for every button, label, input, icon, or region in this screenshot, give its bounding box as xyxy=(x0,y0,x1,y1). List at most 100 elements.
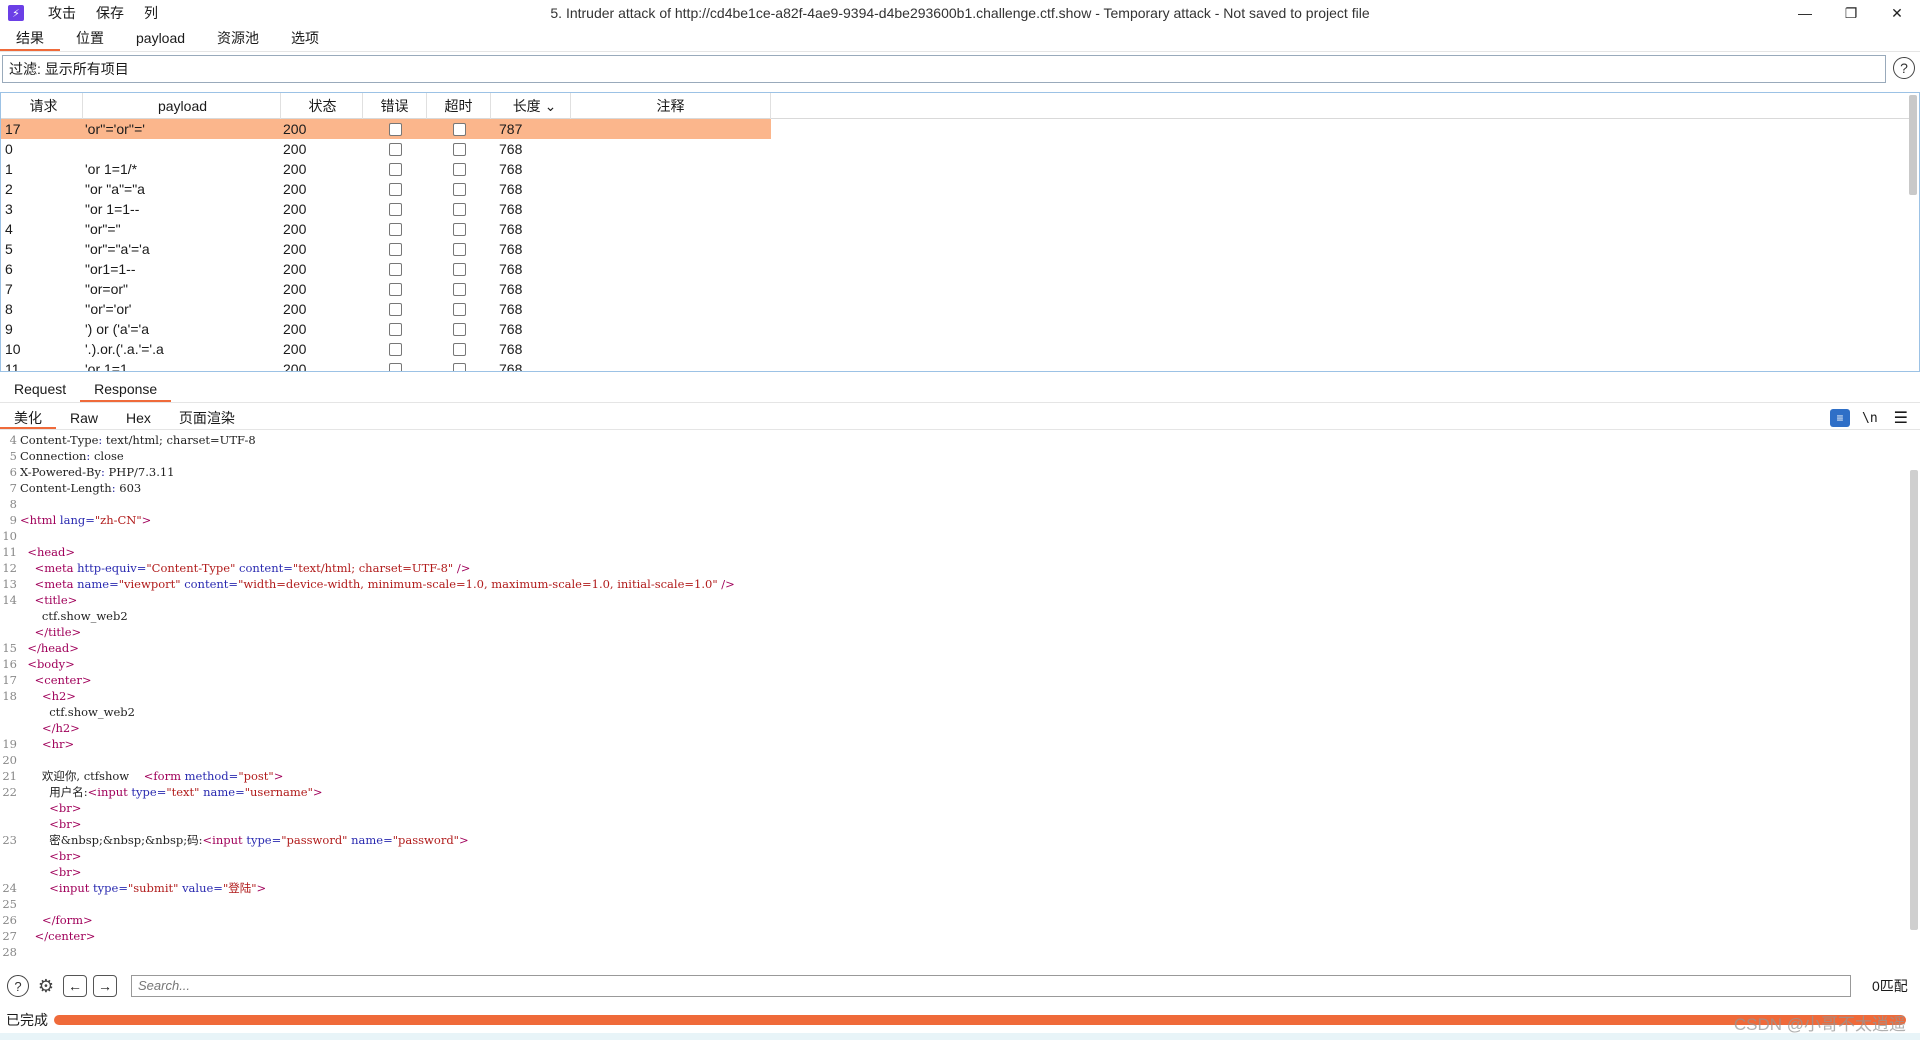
request-number: 0 xyxy=(5,141,13,157)
tab-response[interactable]: Response xyxy=(80,377,172,402)
tab-raw[interactable]: Raw xyxy=(56,406,112,429)
response-editor[interactable]: 4 Content-Type: text/html; charset=UTF-8 5… xyxy=(0,432,1906,964)
timeout-cell xyxy=(427,219,491,239)
editor-scrollbar[interactable] xyxy=(1910,470,1918,930)
table-row[interactable]: 11 'or 1=1 200 768 xyxy=(1,359,1911,372)
length-cell: 768 xyxy=(499,321,523,337)
checkbox[interactable] xyxy=(388,322,402,336)
checkbox[interactable] xyxy=(388,262,402,276)
checkbox[interactable] xyxy=(452,162,466,176)
tab-payload[interactable]: payload xyxy=(120,26,201,51)
checkbox[interactable] xyxy=(452,122,466,136)
table-row[interactable]: 4 "or"=" 200 768 xyxy=(1,219,1911,239)
checkbox[interactable] xyxy=(388,202,402,216)
checkbox[interactable] xyxy=(388,142,402,156)
table-scrollbar[interactable] xyxy=(1909,95,1917,195)
comment-cell xyxy=(571,119,771,139)
tab-render[interactable]: 页面渲染 xyxy=(165,406,249,429)
checkbox[interactable] xyxy=(452,362,466,371)
error-cell xyxy=(363,219,427,239)
line-number: 18 xyxy=(2,689,17,703)
close-button[interactable]: ✕ xyxy=(1874,0,1920,26)
checkbox[interactable] xyxy=(452,182,466,196)
code-text: Content-Length: 603 xyxy=(20,481,142,495)
column-header-status[interactable]: 状态 xyxy=(281,93,363,119)
payload-cell: '.).or.('.a.'='.a xyxy=(85,341,164,357)
progress-bar xyxy=(54,1015,1906,1025)
table-row[interactable]: 10 '.).or.('.a.'='.a 200 768 xyxy=(1,339,1911,359)
search-input[interactable]: Search... xyxy=(131,975,1851,997)
table-row[interactable]: 9 ') or ('a'='a 200 768 xyxy=(1,319,1911,339)
code-line: ctf.show_web2 xyxy=(0,704,1906,720)
table-row[interactable]: 17'or''='or''=' 200 787 xyxy=(1,119,1911,139)
checkbox[interactable] xyxy=(452,202,466,216)
column-header-error[interactable]: 错误 xyxy=(363,93,427,119)
table-row[interactable]: 3 "or 1=1-- 200 768 xyxy=(1,199,1911,219)
checkbox[interactable] xyxy=(388,282,402,296)
checkbox[interactable] xyxy=(388,302,402,316)
checkbox[interactable] xyxy=(388,222,402,236)
menu-columns[interactable]: 列 xyxy=(134,0,168,26)
table-row[interactable]: 8 ''or'='or' 200 768 xyxy=(1,299,1911,319)
newline-icon[interactable]: \n xyxy=(1862,411,1878,426)
back-arrow-icon[interactable]: ← xyxy=(63,975,87,997)
status-cell: 200 xyxy=(283,181,307,197)
checkbox[interactable] xyxy=(388,182,402,196)
checkbox[interactable] xyxy=(452,302,466,316)
restore-button[interactable]: ❐ xyxy=(1828,0,1874,26)
checkbox[interactable] xyxy=(452,322,466,336)
tab-request[interactable]: Request xyxy=(0,377,80,402)
table-row[interactable]: 6 "or1=1-- 200 768 xyxy=(1,259,1911,279)
checkbox[interactable] xyxy=(388,362,402,371)
menu-icon[interactable]: ☰ xyxy=(1894,408,1908,428)
checkbox[interactable] xyxy=(452,142,466,156)
word-wrap-icon[interactable]: ≡ xyxy=(1830,409,1850,427)
code-line: 9 <html lang="zh-CN"> xyxy=(0,512,1906,528)
menu-attack[interactable]: 攻击 xyxy=(38,0,86,26)
status-cell: 200 xyxy=(283,301,307,317)
help-icon[interactable]: ? xyxy=(1893,57,1915,79)
checkbox[interactable] xyxy=(452,222,466,236)
tab-results[interactable]: 结果 xyxy=(0,26,60,51)
minimize-button[interactable]: — xyxy=(1782,0,1828,26)
tab-resource-pool[interactable]: 资源池 xyxy=(201,26,275,51)
column-header-payload[interactable]: payload xyxy=(83,93,281,119)
checkbox[interactable] xyxy=(388,162,402,176)
table-row[interactable]: 1 'or 1=1/* 200 768 xyxy=(1,159,1911,179)
gear-icon[interactable]: ⚙ xyxy=(35,975,57,997)
table-row[interactable]: 5 "or"="a'='a 200 768 xyxy=(1,239,1911,259)
checkbox[interactable] xyxy=(388,342,402,356)
length-cell: 768 xyxy=(499,301,523,317)
checkbox[interactable] xyxy=(452,342,466,356)
table-row[interactable]: 7 "or=or" 200 768 xyxy=(1,279,1911,299)
length-cell: 768 xyxy=(499,341,523,357)
code-line: <br> xyxy=(0,800,1906,816)
help-icon[interactable]: ? xyxy=(7,975,29,997)
tab-options[interactable]: 选项 xyxy=(275,26,335,51)
request-number: 11 xyxy=(5,361,20,372)
checkbox[interactable] xyxy=(452,242,466,256)
table-row[interactable]: 0 200 768 xyxy=(1,139,1911,159)
checkbox[interactable] xyxy=(452,282,466,296)
request-number: 2 xyxy=(5,181,13,197)
timeout-cell xyxy=(427,139,491,159)
filter-bar[interactable]: 过滤: 显示所有项目 xyxy=(2,55,1886,83)
column-header-timeout[interactable]: 超时 xyxy=(427,93,491,119)
tab-hex[interactable]: Hex xyxy=(112,406,165,429)
checkbox[interactable] xyxy=(388,242,402,256)
table-row[interactable]: 2 "or "a"="a 200 768 xyxy=(1,179,1911,199)
menu-save[interactable]: 保存 xyxy=(86,0,134,26)
checkbox[interactable] xyxy=(388,122,402,136)
column-header-request[interactable]: 请求 xyxy=(1,93,83,119)
code-text: <input type="submit" value="登陆"> xyxy=(49,881,267,895)
checkbox[interactable] xyxy=(452,262,466,276)
tab-pretty[interactable]: 美化 xyxy=(0,406,56,429)
code-line: 10 xyxy=(0,528,1906,544)
tab-positions[interactable]: 位置 xyxy=(60,26,120,51)
match-count: 0匹配 xyxy=(1872,978,1908,994)
forward-arrow-icon[interactable]: → xyxy=(93,975,117,997)
timeout-cell xyxy=(427,179,491,199)
column-header-comment[interactable]: 注释 xyxy=(571,93,771,119)
line-number xyxy=(0,720,20,736)
column-header-length[interactable]: 长度 ⌄ xyxy=(491,93,571,119)
